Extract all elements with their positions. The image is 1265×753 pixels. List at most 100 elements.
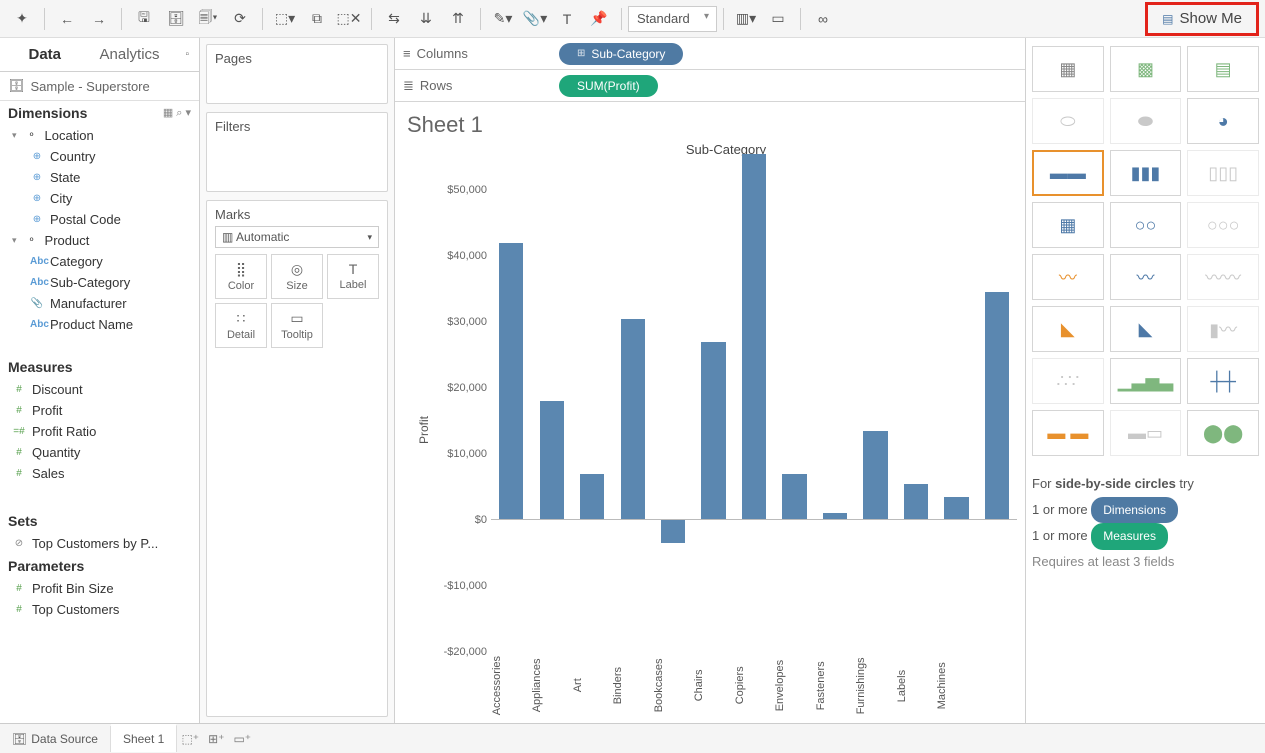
- viz-packed-bubbles[interactable]: ⬤⬤: [1187, 410, 1259, 456]
- viz-scatter[interactable]: ∴∵: [1032, 358, 1104, 404]
- new-worksheet-icon[interactable]: ⬚▾: [272, 6, 298, 32]
- field-category[interactable]: AbcCategory: [0, 251, 199, 272]
- chart[interactable]: Profit Sub-Category $50,000$40,000$30,00…: [413, 142, 1017, 719]
- dimensions-chip: Dimensions: [1091, 497, 1178, 524]
- marks-detail-button[interactable]: ∷Detail: [215, 303, 267, 348]
- field-location[interactable]: ▾⚬Location: [0, 125, 199, 146]
- duplicate-icon[interactable]: ⧉: [304, 6, 330, 32]
- viz-pie[interactable]: ◕: [1187, 98, 1259, 144]
- back-icon[interactable]: ←: [54, 6, 80, 32]
- rows-shelf[interactable]: ≣Rows SUM(Profit): [395, 70, 1025, 102]
- viz-area-discrete[interactable]: ◣: [1110, 306, 1182, 352]
- sort-desc-icon[interactable]: ⇈: [445, 6, 471, 32]
- marks-color-button[interactable]: ⣿Color: [215, 254, 267, 299]
- viz-text-table[interactable]: ▦: [1032, 46, 1104, 92]
- viz-dual-line[interactable]: 〰〰: [1187, 254, 1259, 300]
- viz-bullet[interactable]: ▬▭: [1110, 410, 1182, 456]
- marks-tooltip-button[interactable]: ▭Tooltip: [271, 303, 323, 348]
- footer-new-story-button[interactable]: ▭⁺: [229, 732, 255, 746]
- marks-type-select[interactable]: ▥ Automatic▾: [215, 226, 379, 248]
- viz-line-discrete[interactable]: 〰: [1110, 254, 1182, 300]
- marks-size-button[interactable]: ◎Size: [271, 254, 323, 299]
- field-postal-code[interactable]: ⊕Postal Code: [0, 209, 199, 230]
- tab-analytics[interactable]: Analytics▫: [90, 38, 200, 71]
- datasource-item[interactable]: 🗄 Sample - Superstore: [0, 72, 199, 101]
- field-profit-ratio[interactable]: =#Profit Ratio: [0, 421, 199, 442]
- viz-heat-map[interactable]: ▩: [1110, 46, 1182, 92]
- viz-highlight-table[interactable]: ▤: [1187, 46, 1259, 92]
- group-icon[interactable]: 📎▾: [522, 6, 548, 32]
- show-me-button[interactable]: ▤ Show Me: [1145, 2, 1259, 36]
- dimensions-header: Dimensions▦ ⌕ ▾: [0, 101, 199, 125]
- footer-tab-sheet-1[interactable]: Sheet 1: [111, 724, 177, 752]
- columns-icon: ≡: [403, 46, 411, 61]
- measures-list: #Discount #Profit =#Profit Ratio #Quanti…: [0, 379, 199, 509]
- y-axis-title: Profit: [413, 416, 431, 444]
- show-cards-icon[interactable]: ▥▾: [733, 6, 759, 32]
- sheet-title[interactable]: Sheet 1: [407, 112, 1015, 138]
- save-icon[interactable]: 🖫: [131, 6, 157, 32]
- viz-horizontal-bar[interactable]: ▬▬: [1032, 150, 1104, 196]
- viz-dual-combination[interactable]: ▮〰: [1187, 306, 1259, 352]
- columns-pill-sub-category[interactable]: ⊞Sub-Category: [559, 43, 683, 65]
- pin-icon[interactable]: 📌: [586, 6, 612, 32]
- forward-icon[interactable]: →: [86, 6, 112, 32]
- viz-gantt[interactable]: ▬ ▬: [1032, 410, 1104, 456]
- viz-line-continuous[interactable]: 〰: [1032, 254, 1104, 300]
- filters-card[interactable]: Filters: [206, 112, 388, 192]
- sort-asc-icon[interactable]: ⇊: [413, 6, 439, 32]
- measures-chip: Measures: [1091, 523, 1168, 550]
- field-product-name[interactable]: AbcProduct Name: [0, 314, 199, 335]
- pages-card[interactable]: Pages: [206, 44, 388, 104]
- viz-circle-views[interactable]: ○○: [1110, 202, 1182, 248]
- labels-icon[interactable]: T: [554, 6, 580, 32]
- field-city[interactable]: ⊕City: [0, 188, 199, 209]
- tableau-logo-icon[interactable]: ✦: [9, 6, 35, 32]
- viz-area-continuous[interactable]: ◣: [1032, 306, 1104, 352]
- highlight-icon[interactable]: ✎▾: [490, 6, 516, 32]
- field-sales[interactable]: #Sales: [0, 463, 199, 484]
- field-quantity[interactable]: #Quantity: [0, 442, 199, 463]
- new-datasource-icon[interactable]: 🗄: [163, 6, 189, 32]
- sets-header: Sets: [0, 509, 199, 533]
- clear-sheet-icon[interactable]: ⬚✕: [336, 6, 362, 32]
- top-toolbar: ✦ ← → 🖫 🗄 🗐▾ ⟳ ⬚▾ ⧉ ⬚✕ ⇆ ⇊ ⇈ ✎▾ 📎▾ T 📌 S…: [0, 0, 1265, 38]
- field-country[interactable]: ⊕Country: [0, 146, 199, 167]
- marks-card-title: Marks: [215, 207, 379, 222]
- field-set-top-customers[interactable]: ⊘Top Customers by P...: [0, 533, 199, 554]
- fit-select[interactable]: Standard: [628, 6, 717, 32]
- footer-new-dashboard-button[interactable]: ⊞⁺: [203, 732, 229, 746]
- viz-histogram[interactable]: ▁▃▅▃: [1110, 358, 1182, 404]
- share-icon[interactable]: ∞: [810, 6, 836, 32]
- plot-area[interactable]: [491, 157, 1017, 652]
- show-me-hint: For side-by-side circles try 1 or more D…: [1032, 472, 1259, 575]
- field-param-profit-bin[interactable]: #Profit Bin Size: [0, 578, 199, 599]
- field-profit[interactable]: #Profit: [0, 400, 199, 421]
- viz-treemap[interactable]: ▦: [1032, 202, 1104, 248]
- viz-stacked-bar[interactable]: ▮▮▮: [1110, 150, 1182, 196]
- field-state[interactable]: ⊕State: [0, 167, 199, 188]
- tab-data[interactable]: Data: [0, 38, 90, 71]
- viz-box-plot[interactable]: ┼┼: [1187, 358, 1259, 404]
- viz-symbol-map[interactable]: ⬭: [1032, 98, 1104, 144]
- viz-filled-map[interactable]: ⬬: [1110, 98, 1182, 144]
- pause-auto-icon[interactable]: 🗐▾: [195, 6, 221, 32]
- field-discount[interactable]: #Discount: [0, 379, 199, 400]
- field-product[interactable]: ▾⚬Product: [0, 230, 199, 251]
- columns-shelf[interactable]: ≡Columns ⊞Sub-Category: [395, 38, 1025, 70]
- viz-side-by-side-bar[interactable]: ▯▯▯: [1187, 150, 1259, 196]
- field-manufacturer[interactable]: 📎Manufacturer: [0, 293, 199, 314]
- viz-side-by-side-circles[interactable]: ○○○: [1187, 202, 1259, 248]
- field-sub-category[interactable]: AbcSub-Category: [0, 272, 199, 293]
- rows-icon: ≣: [403, 78, 414, 94]
- footer-tab-data-source[interactable]: 🗄 Data Source: [0, 726, 111, 752]
- presentation-icon[interactable]: ▭: [765, 6, 791, 32]
- field-param-top-customers[interactable]: #Top Customers: [0, 599, 199, 620]
- swap-icon[interactable]: ⇆: [381, 6, 407, 32]
- refresh-icon[interactable]: ⟳: [227, 6, 253, 32]
- datasource-icon: 🗄: [8, 78, 25, 94]
- marks-label-button[interactable]: TLabel: [327, 254, 379, 299]
- rows-pill-sum-profit[interactable]: SUM(Profit): [559, 75, 658, 97]
- measures-header: Measures: [0, 355, 199, 379]
- footer-new-worksheet-button[interactable]: ⬚⁺: [177, 732, 203, 746]
